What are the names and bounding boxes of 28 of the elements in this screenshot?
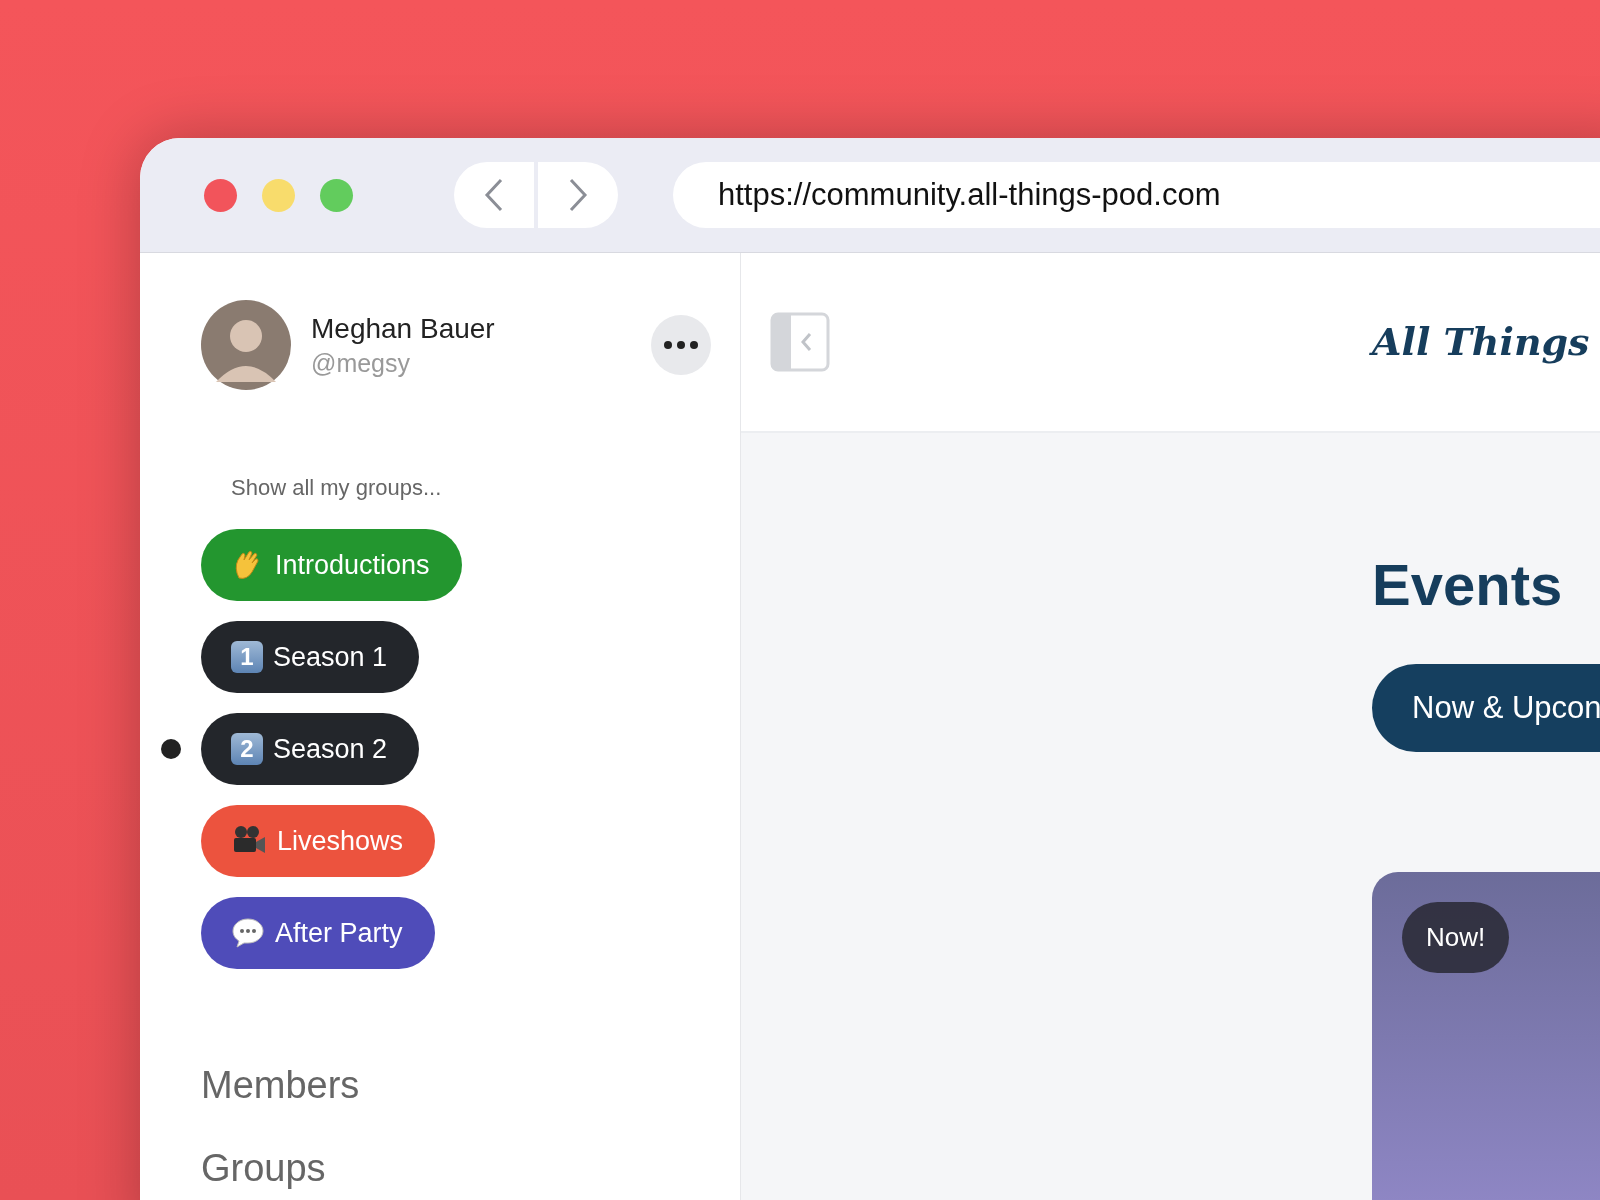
user-name: Meghan Bauer	[311, 312, 496, 345]
sidebar-link[interactable]: Groups	[201, 1147, 740, 1190]
back-icon	[483, 177, 505, 213]
show-groups-link[interactable]: Show all my groups...	[231, 475, 740, 501]
address-field[interactable]: https://community.all-things-pod.com	[673, 162, 1600, 228]
sidebar-link[interactable]: Members	[201, 1064, 740, 1107]
forward-button[interactable]	[538, 162, 618, 228]
forward-icon	[567, 177, 589, 213]
event-card[interactable]: Now!	[1372, 872, 1600, 1200]
speech-bubble-icon	[231, 917, 265, 949]
close-button[interactable]	[204, 178, 237, 212]
number-keycap: 1	[231, 641, 263, 673]
user-handle: @megsy	[311, 348, 411, 378]
number-keycap: 2	[231, 733, 263, 765]
minimize-button[interactable]	[262, 178, 295, 212]
maximize-button[interactable]	[320, 178, 353, 212]
page-title: Events	[1372, 551, 1564, 618]
group-button[interactable]: After Party	[201, 897, 435, 969]
back-button[interactable]	[454, 162, 534, 228]
status-badge: Now!	[1402, 902, 1510, 973]
group-button[interactable]: Liveshows	[201, 805, 436, 877]
group-button[interactable]: 1 Season 1	[201, 621, 420, 693]
collapse-sidebar-icon	[770, 312, 830, 372]
sidebar-toggle-button[interactable]	[770, 312, 830, 372]
group-button[interactable]: Introductions	[201, 529, 462, 601]
filter-tab[interactable]: Now & Upcon	[1372, 664, 1600, 752]
group-button[interactable]: 2 Season 2	[201, 713, 420, 785]
more-icon	[664, 341, 698, 349]
